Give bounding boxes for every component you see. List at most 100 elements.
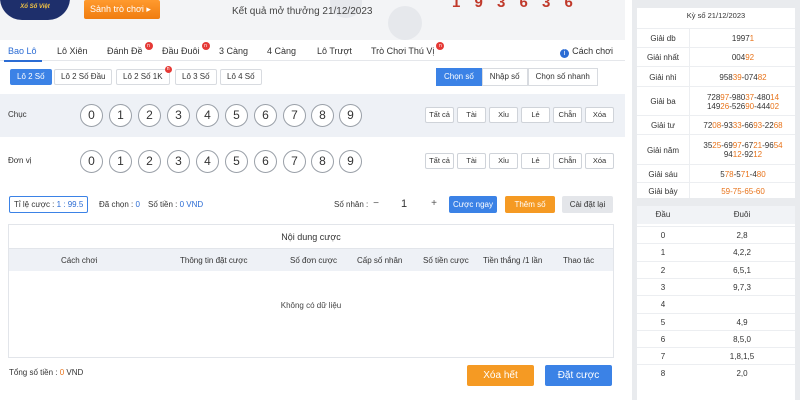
info-icon: i [560,49,570,58]
number-ball[interactable]: 2 [138,104,161,127]
clear-row-button[interactable]: Xóa [585,107,614,123]
column-header: Tiền thắng /1 lần [483,256,543,265]
column-header: Thao tác [563,256,595,265]
head-digit: 7 [660,352,666,362]
number-ball[interactable]: 7 [283,104,306,127]
number-ball[interactable]: 6 [254,150,277,173]
tab-lo-xien[interactable]: Lô Xiên [57,46,88,56]
number-ball[interactable]: 2 [138,150,161,173]
number-ball[interactable]: 5 [225,104,248,127]
number-ball[interactable]: 5 [225,150,248,173]
subtab-lo-2-so-dau[interactable]: Lô 2 Số Đầu [54,69,113,85]
prize-digits: 72 [703,121,713,130]
subtab-lo-2-so-1k[interactable]: Lô 2 Số 1K n [116,66,172,85]
head-tail-table: Đầu Đuôi 0 2,8 1 4,2,2 2 6,5,1 3 9,7,3 4 5 4,9 6 8,5… [637,206,795,400]
select-all-button[interactable]: Tất cả [425,153,454,169]
prize-digits: -69 [721,141,733,150]
prize-digits-highlight: 97 [732,141,742,150]
select-low-button[interactable]: Xỉu [489,153,518,169]
number-ball[interactable]: 6 [254,104,277,127]
tab-3-cang[interactable]: 3 Càng [219,46,248,56]
game-hall-button[interactable]: Sảnh trò chơi ▸ [84,0,160,19]
number-ball[interactable]: 9 [339,150,362,173]
prize-numbers: 3525-6997-6721-9654 9412-9212 [693,141,793,159]
number-ball[interactable]: 4 [196,150,219,173]
number-ball[interactable]: 8 [311,104,334,127]
column-header: Số đơn cược [290,256,337,265]
select-high-button[interactable]: Tài [457,153,486,169]
prize-name: Giải nhất [646,53,680,62]
tab-label: Đầu Đuôi [162,46,200,56]
tab-tro-choi-thu-vi[interactable]: Trò Chơi Thú Vị n [371,42,445,56]
bet-amount: Số tiền : 0 VND [148,200,203,209]
decrease-multiplier-button[interactable]: − [370,197,382,211]
increase-multiplier-button[interactable]: + [428,197,440,211]
number-ball[interactable]: 9 [339,104,362,127]
prize-digits: -4 [749,169,757,179]
select-even-button[interactable]: Chẵn [553,153,582,169]
prize-digits: 1997 [731,34,750,43]
bet-content-table: Nội dung cược Cách chơi Thông tin đặt cư… [8,224,614,358]
selected-label: Đã chọn : [99,200,136,209]
mode-choose-number[interactable]: Chọn số [436,68,482,86]
how-to-play-label: Cách chơi [572,46,613,56]
select-low-button[interactable]: Xỉu [489,107,518,123]
prize-name: Giải sáu [648,169,678,179]
total-label: Tổng số tiền : [9,368,60,377]
selected-count: Đã chọn : 0 [99,200,140,209]
table-row: 8 2,0 [637,364,795,381]
tab-danh-de[interactable]: Đánh Đề n [107,42,153,56]
prize-row: Giải db 19971 [637,28,795,47]
how-to-play-link[interactable]: i Cách chơi [560,46,613,58]
number-ball[interactable]: 1 [109,104,132,127]
number-ball[interactable]: 3 [167,104,190,127]
number-ball[interactable]: 8 [311,150,334,173]
select-high-button[interactable]: Tài [457,107,486,123]
add-number-button[interactable]: Thêm số [505,196,555,213]
subtab-label: Lô 2 Số 1K [123,72,163,81]
multiplier-input[interactable]: 1 [384,196,424,212]
subtab-lo-4-so[interactable]: Lô 4 Số [220,69,262,85]
number-ball[interactable]: 7 [283,150,306,173]
tail-digits: 9,7,3 [733,282,751,292]
head-digit: 5 [660,317,666,327]
tail-digits: 1,8,1,5 [729,352,755,362]
tab-4-cang[interactable]: 4 Càng [267,46,296,56]
select-even-button[interactable]: Chẵn [553,107,582,123]
number-ball[interactable]: 4 [196,104,219,127]
prize-digits: 958 [719,72,733,82]
prize-digits: -5 [733,169,741,179]
tab-lo-truot[interactable]: Lô Trượt [317,46,352,56]
select-odd-button[interactable]: Lẻ [521,107,550,123]
clear-all-button[interactable]: Xóa hết [467,365,534,386]
new-badge: n [164,66,172,73]
number-ball[interactable]: 3 [167,150,190,173]
selected-value: 0 [135,200,140,209]
prize-digits-highlight: 25 [712,141,722,150]
units-row: Đơn vị 0 1 2 3 4 5 6 7 8 9 Tất cả Tài Xỉ… [0,140,625,183]
reset-button[interactable]: Cài đặt lại [562,196,613,213]
table-row: 7 1,8,1,5 [637,347,795,364]
column-header: Cấp số nhân [357,256,403,265]
prize-digits-highlight: 02 [770,101,780,111]
place-bet-button[interactable]: Đặt cược [545,365,612,386]
select-all-button[interactable]: Tất cả [425,107,454,123]
number-ball[interactable]: 0 [80,150,103,173]
subtab-lo-2-so[interactable]: Lô 2 Số [10,69,52,85]
tab-dau-duoi[interactable]: Đầu Đuôi n [162,42,210,56]
total-unit: VND [64,368,84,377]
table-row: 0 2,8 [637,226,795,243]
number-ball[interactable]: 1 [109,150,132,173]
prize-digits-highlight: 14 [770,92,780,102]
number-ball[interactable]: 0 [80,104,103,127]
select-odd-button[interactable]: Lẻ [521,153,550,169]
tab-label: Lô Xiên [57,46,88,56]
clear-row-button[interactable]: Xóa [585,153,614,169]
bet-now-button[interactable]: Cược ngay [449,196,497,213]
mode-enter-number[interactable]: Nhập số [481,68,528,86]
subtab-lo-3-so[interactable]: Lô 3 Số [175,69,217,85]
tab-bao-lo[interactable]: Bao Lô [8,46,37,56]
site-logo[interactable]: Xổ Số Việt [0,0,70,20]
tail-digits: 2,0 [736,369,748,379]
mode-quick-choose[interactable]: Chọn số nhanh [527,68,598,86]
